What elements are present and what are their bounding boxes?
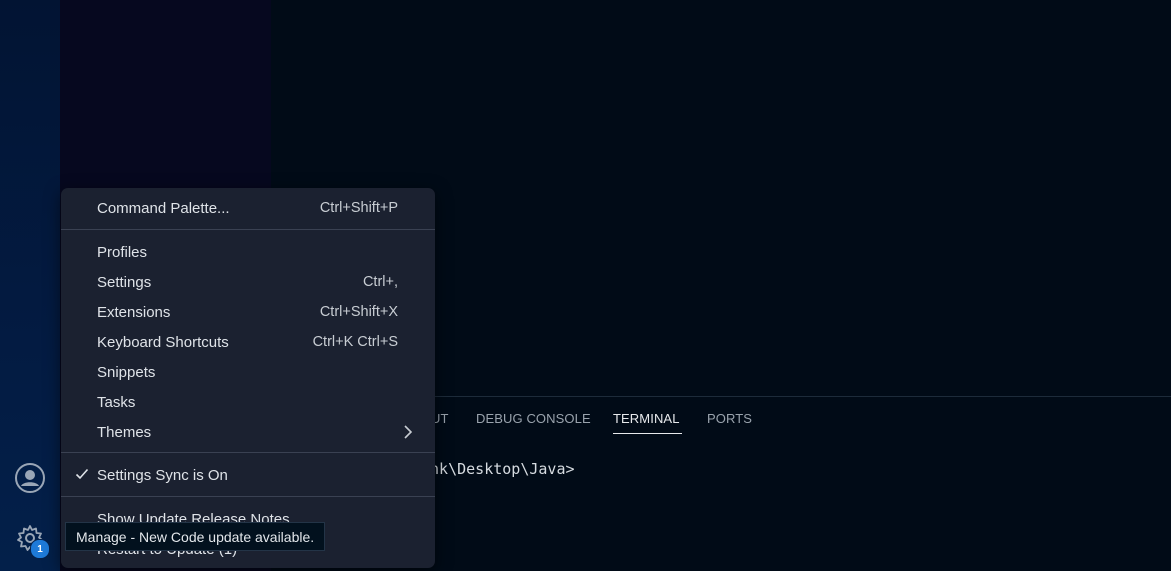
- menu-item-profiles[interactable]: Profiles: [61, 238, 435, 266]
- tab-terminal[interactable]: TERMINAL: [613, 411, 682, 434]
- vscode-window: 1 UT DEBUG CONSOLE TERMINAL PORTS ank\De…: [0, 0, 1171, 571]
- menu-item-settings[interactable]: Settings Ctrl+,: [61, 268, 435, 296]
- terminal-prompt[interactable]: ank\Desktop\Java>: [421, 460, 575, 478]
- menu-item-label: Themes: [97, 424, 152, 441]
- account-icon: [15, 463, 45, 493]
- menu-item-themes[interactable]: Themes: [61, 418, 435, 446]
- menu-item-label: Extensions: [97, 304, 171, 321]
- menu-item-label: Profiles: [97, 244, 148, 261]
- menu-separator: [61, 496, 435, 497]
- menu-item-command-palette[interactable]: Command Palette... Ctrl+Shift+P: [61, 194, 435, 222]
- menu-item-shortcut: Ctrl+Shift+X: [319, 304, 398, 320]
- menu-item-tasks[interactable]: Tasks: [61, 388, 435, 416]
- menu-item-keyboard-shortcuts[interactable]: Keyboard Shortcuts Ctrl+K Ctrl+S: [61, 328, 435, 356]
- menu-item-shortcut: Ctrl+K Ctrl+S: [312, 334, 398, 350]
- update-badge: 1: [30, 539, 50, 559]
- menu-item-label: Settings Sync is On: [97, 467, 228, 484]
- menu-item-label: Keyboard Shortcuts: [97, 334, 229, 351]
- menu-item-label: Command Palette...: [97, 200, 230, 217]
- chevron-right-icon: [404, 425, 413, 439]
- accounts-button[interactable]: [13, 461, 47, 495]
- menu-item-settings-sync[interactable]: Settings Sync is On: [61, 461, 435, 489]
- menu-item-extensions[interactable]: Extensions Ctrl+Shift+X: [61, 298, 435, 326]
- activity-bar: 1: [0, 0, 60, 571]
- menu-separator: [61, 229, 435, 230]
- menu-item-label: Snippets: [97, 364, 156, 381]
- menu-separator: [61, 452, 435, 453]
- manage-tooltip: Manage - New Code update available.: [65, 522, 326, 551]
- tab-ports[interactable]: PORTS: [707, 411, 752, 426]
- menu-item-label: Settings: [97, 274, 152, 291]
- menu-item-shortcut: Ctrl+,: [362, 274, 398, 290]
- menu-item-shortcut: Ctrl+Shift+P: [319, 200, 398, 216]
- manage-menu: Command Palette... Ctrl+Shift+P Profiles…: [61, 188, 435, 568]
- check-icon: [75, 468, 89, 480]
- tab-debug-console[interactable]: DEBUG CONSOLE: [476, 411, 591, 426]
- menu-item-label: Tasks: [97, 394, 136, 411]
- menu-item-snippets[interactable]: Snippets: [61, 358, 435, 386]
